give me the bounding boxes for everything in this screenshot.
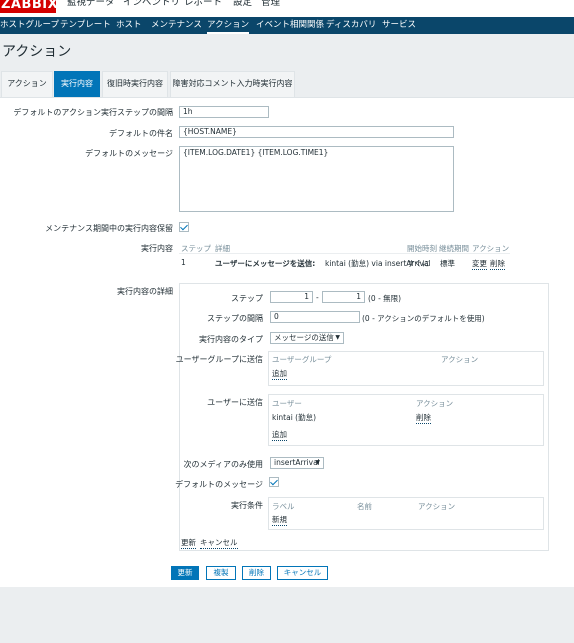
cancel-operation-link[interactable]: キャンセル	[200, 537, 238, 549]
conditions-label: 実行条件	[231, 501, 263, 510]
operation-step-duration-hint: (0 - アクションのデフォルトを使用)	[362, 314, 485, 323]
default-message-textarea[interactable]: {ITEM.LOG.DATE1} {ITEM.LOG.TIME1}	[179, 146, 454, 212]
sub-navigation: ホストグループ テンプレート ホスト メンテナンス アクション イベント相関関係…	[0, 17, 574, 34]
operations-label: 実行内容	[141, 244, 173, 253]
operation-type-value: メッセージの送信	[274, 333, 334, 342]
user-groups-col-group: ユーザーグループ	[272, 355, 332, 364]
top-menu-bar: ZABBIX 監視データ インベントリ レポート 設定 管理	[0, 0, 574, 17]
default-message-label: デフォルトのメッセージ	[85, 149, 173, 158]
default-subject-label: デフォルトの件名	[109, 129, 173, 138]
new-condition-link[interactable]: 新規	[272, 514, 287, 526]
tab-operations[interactable]: 実行内容	[54, 71, 100, 97]
cancel-button[interactable]: キャンセル	[277, 566, 328, 580]
user-groups-table: ユーザーグループ アクション 追加	[268, 351, 544, 386]
step-from-input[interactable]: 1	[270, 291, 313, 303]
tab-action[interactable]: アクション	[1, 71, 53, 97]
step-duration-label: デフォルトのアクション実行ステップの間隔	[13, 108, 173, 117]
subnav-templates[interactable]: テンプレート	[60, 17, 111, 34]
step-to-input[interactable]: 1	[322, 291, 365, 303]
update-button[interactable]: 更新	[171, 566, 199, 580]
edit-operation-link[interactable]: 変更	[472, 258, 487, 270]
media-value: insertArrival	[274, 458, 320, 467]
user-name: kintai (勤怠)	[272, 413, 317, 422]
step-hint: (0 - 無限)	[368, 294, 402, 303]
users-col-user: ユーザー	[272, 399, 302, 408]
users-col-action: アクション	[416, 399, 454, 408]
menu-monitoring[interactable]: 監視データ	[67, 0, 115, 10]
row-step: 1	[181, 258, 186, 267]
title-area: アクション	[0, 34, 574, 66]
zabbix-logo[interactable]: ZABBIX	[0, 0, 56, 13]
subnav-hosts[interactable]: ホスト	[116, 17, 142, 34]
pause-maintenance-label: メンテナンス期間中の実行内容保留	[45, 224, 173, 233]
chevron-down-icon: ▼	[315, 459, 320, 466]
send-to-users-label: ユーザーに送信	[207, 398, 263, 407]
operation-type-label: 実行内容のタイプ	[199, 335, 263, 344]
default-message-checkbox[interactable]	[269, 477, 279, 487]
media-select[interactable]: insertArrival ▼	[270, 457, 324, 469]
step-separator: -	[316, 293, 319, 302]
subnav-discovery[interactable]: ディスカバリ	[326, 17, 376, 34]
row-start-in: すぐに	[407, 259, 430, 268]
conditions-col-action: アクション	[418, 502, 456, 511]
menu-configuration[interactable]: 設定	[233, 0, 252, 10]
default-message-option-label: デフォルトのメッセージ	[175, 480, 263, 489]
update-operation-link[interactable]: 更新	[181, 537, 196, 549]
tab-update-operations[interactable]: 障害対応コメント入力時実行内容	[170, 71, 295, 97]
operation-step-duration-input[interactable]: 0	[270, 311, 360, 323]
add-user-link[interactable]: 追加	[272, 429, 287, 441]
operation-step-duration-label: ステップの間隔	[207, 314, 263, 323]
menu-administration[interactable]: 管理	[261, 0, 280, 10]
conditions-col-label: ラベル	[272, 502, 295, 511]
chevron-down-icon: ▼	[335, 334, 340, 341]
tab-recovery-operations[interactable]: 復旧時実行内容	[102, 71, 168, 97]
subnav-host-groups[interactable]: ホストグループ	[0, 17, 59, 34]
subnav-services[interactable]: サービス	[382, 17, 416, 34]
default-subject-input[interactable]: {HOST.NAME}	[179, 126, 454, 138]
add-user-group-link[interactable]: 追加	[272, 368, 287, 380]
operations-table: ステップ 詳細 開始時刻 継続期間 アクション 1 ユーザーにメッセージを送信:…	[179, 240, 510, 272]
menu-inventory[interactable]: インベントリ	[123, 0, 180, 10]
step-duration-input[interactable]: 1h	[179, 106, 269, 118]
send-to-groups-label: ユーザーグループに送信	[175, 355, 263, 364]
remove-operation-link[interactable]: 削除	[490, 258, 505, 270]
subnav-actions[interactable]: アクション	[207, 17, 250, 34]
users-table: ユーザー アクション kintai (勤怠) 削除 追加	[268, 394, 544, 446]
header-divider	[179, 253, 510, 254]
user-groups-col-action: アクション	[441, 355, 479, 364]
operation-details-label: 実行内容の詳細	[117, 287, 173, 296]
operation-type-select[interactable]: メッセージの送信 ▼	[270, 332, 344, 344]
clone-button[interactable]: 複製	[206, 566, 236, 580]
row-detail-bold: ユーザーにメッセージを送信:	[215, 259, 316, 268]
media-label: 次のメディアのみ使用	[183, 460, 263, 469]
subnav-maintenance[interactable]: メンテナンス	[151, 17, 202, 34]
remove-user-link[interactable]: 削除	[416, 412, 431, 424]
menu-reports[interactable]: レポート	[184, 0, 222, 10]
page-title: アクション	[2, 44, 72, 60]
subnav-event-correlation[interactable]: イベント相関関係	[256, 17, 324, 34]
delete-button[interactable]: 削除	[242, 566, 271, 580]
pause-maintenance-checkbox[interactable]	[179, 222, 189, 232]
conditions-table: ラベル 名前 アクション 新規	[268, 497, 544, 530]
conditions-col-name: 名前	[357, 502, 372, 511]
steps-label: ステップ	[231, 294, 263, 303]
row-duration: 標準	[440, 259, 455, 268]
